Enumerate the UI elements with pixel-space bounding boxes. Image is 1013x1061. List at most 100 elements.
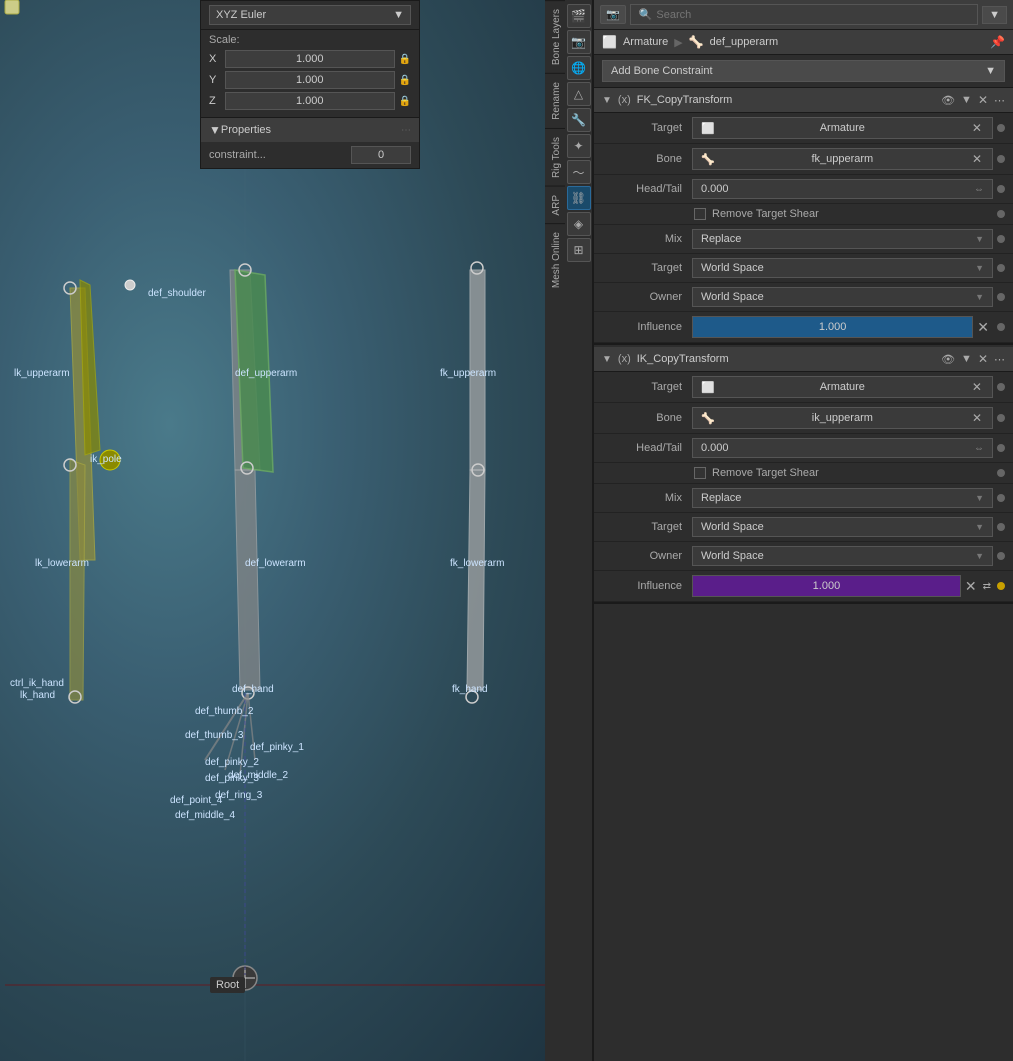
fk-influence-row: Influence 1.000 ✕ [594,312,1013,343]
vtab-arp[interactable]: ARP [545,186,565,224]
fk-target-space-dot [997,264,1005,272]
fk-target-space-dropdown[interactable]: World Space ▼ [692,258,993,278]
ik-close-button[interactable]: ✕ [978,352,988,366]
vtab-bone-layers[interactable]: Bone Layers [545,0,565,73]
fk-target-clear[interactable]: ✕ [970,121,984,135]
icon-particles[interactable]: ✦ [567,134,591,158]
fk-target-dot [997,124,1005,132]
scale-x-input[interactable] [225,50,395,68]
vtab-rig-tools[interactable]: Rig Tools [545,128,565,186]
ik-menu-icon[interactable]: ⋯ [994,353,1005,366]
fk-mix-row: Mix Replace ▼ [594,225,1013,254]
fk-bone-row: Bone 🦴 fk_upperarm ✕ [594,144,1013,175]
bone-label-def-ring3: def_ring_3 [215,790,262,801]
bone-breadcrumb-label[interactable]: def_upperarm [710,36,779,48]
ik-target-value[interactable]: ⬜ Armature ✕ [692,376,993,398]
fk-headtail-value[interactable]: 0.000 ⇔ [692,179,993,199]
scale-x-row: X 🔒 [209,50,411,68]
ik-headtail-value[interactable]: 0.000 ⇔ [692,438,993,458]
fk-mix-dropdown[interactable]: Replace ▼ [692,229,993,249]
properties-overlay: XYZ Euler ▼ Scale: X 🔒 Y 🔒 Z 🔒 [200,0,420,169]
rotation-select[interactable]: XYZ Euler ▼ [209,5,411,25]
breadcrumb-bar: ⬜ Armature ▶ 🦴 def_upperarm 📌 [594,30,1013,55]
rotation-row[interactable]: XYZ Euler ▼ [201,1,419,30]
ik-collapse-icon[interactable]: ▼ [961,353,972,365]
fk-bone-value[interactable]: 🦴 fk_upperarm ✕ [692,148,993,170]
fk-target-value[interactable]: ⬜ Armature ✕ [692,117,993,139]
viewport[interactable]: def_shoulder lk_upperarm def_upperarm fk… [0,0,565,1061]
search-magnifier-icon: 🔍 [639,8,653,21]
ik-bone-clear[interactable]: ✕ [970,411,984,425]
icon-object[interactable]: △ [567,82,591,106]
scale-z-input[interactable] [225,92,395,110]
fk-influence-clear[interactable]: ✕ [973,319,993,336]
scale-label: Scale: [209,34,411,46]
bone-label-def-thumb2: def_thumb_2 [195,706,253,717]
camera-icon-btn[interactable]: 📷 [600,5,626,24]
icon-objectdata[interactable]: ◈ [567,212,591,236]
fk-mix-dot [997,235,1005,243]
fk-bone-clear[interactable]: ✕ [970,152,984,166]
fk-collapse-icon[interactable]: ▼ [961,94,972,106]
ik-bone-value[interactable]: 🦴 ik_upperarm ✕ [692,407,993,429]
ik-owner-dot [997,552,1005,560]
ik-visibility-icon[interactable]: 👁 [941,353,955,366]
fk-constraint-type-icon: (x) [618,94,631,106]
scale-y-input[interactable] [225,71,395,89]
icon-world[interactable]: 🌐 [567,56,591,80]
x-lock-icon[interactable]: 🔒 [399,54,411,65]
ik-remove-shear-checkbox[interactable] [694,467,706,479]
ik-mix-dropdown[interactable]: Replace ▼ [692,488,993,508]
ik-influence-container: 1.000 [692,575,961,597]
constraint-value-input[interactable] [351,146,411,164]
y-lock-icon[interactable]: 🔒 [399,75,411,86]
properties-section: ▼ Properties ⋯ constraint... [201,117,419,168]
ik-target-space-dropdown[interactable]: World Space ▼ [692,517,993,537]
icon-constraints[interactable]: ⛓ [567,186,591,210]
bone-label-def-pinky2: def_pinky_2 [205,757,259,768]
fk-expand-icon[interactable]: ▼ [602,95,612,106]
pin-icon[interactable]: 📌 [990,35,1005,49]
bone-label-ctrl-ik-hand: ctrl_ik_hand [10,678,64,689]
ik-constraint-name: IK_CopyTransform [637,353,935,365]
vtab-mesh-online[interactable]: Mesh Online [545,223,565,296]
ik-influence-bar[interactable]: 1.000 [692,575,961,597]
fk-influence-dot [997,323,1005,331]
fk-close-button[interactable]: ✕ [978,93,988,107]
search-input[interactable] [656,9,969,21]
ik-constraint-header[interactable]: ▼ (x) IK_CopyTransform 👁 ▼ ✕ ⋯ [594,347,1013,372]
scale-z-row: Z 🔒 [209,92,411,110]
ik-influence-clear[interactable]: ✕ [961,578,981,595]
bone-label-def-lowerarm: def_lowerarm [245,558,306,569]
icon-physics[interactable]: 〜 [567,160,591,184]
fk-influence-container: 1.000 [692,316,973,338]
ik-target-clear[interactable]: ✕ [970,380,984,394]
ik-headtail-label: Head/Tail [602,442,692,454]
ik-expand-icon[interactable]: ▼ [602,354,612,365]
fk-menu-icon[interactable]: ⋯ [994,94,1005,107]
z-lock-icon[interactable]: 🔒 [399,96,411,107]
icon-modifier[interactable]: 🔧 [567,108,591,132]
fk-mix-arrow: ▼ [975,234,984,244]
search-box[interactable]: 🔍 [630,4,978,25]
ik-influence-reset[interactable]: ⇄ [981,581,993,592]
view-options-dropdown[interactable]: ▼ [982,6,1007,24]
icon-scene[interactable]: 🎬 [567,4,591,28]
fk-bone-dot [997,155,1005,163]
fk-copy-transform-block: ▼ (x) FK_CopyTransform 👁 ▼ ✕ ⋯ Target ⬜ … [594,88,1013,345]
icon-render[interactable]: 📷 [567,30,591,54]
ik-owner-dropdown[interactable]: World Space ▼ [692,546,993,566]
ik-owner-arrow: ▼ [975,551,984,561]
armature-breadcrumb-label[interactable]: Armature [623,36,668,48]
armature-breadcrumb-icon: ⬜ [602,35,617,49]
add-bone-constraint-button[interactable]: Add Bone Constraint ▼ [602,60,1005,82]
vtab-rename[interactable]: Rename [545,73,565,128]
fk-owner-dropdown[interactable]: World Space ▼ [692,287,993,307]
fk-influence-bar[interactable]: 1.000 [692,316,973,338]
icon-armature[interactable]: ⊞ [567,238,591,262]
fk-constraint-header[interactable]: ▼ (x) FK_CopyTransform 👁 ▼ ✕ ⋯ [594,88,1013,113]
ik-bone-label: Bone [602,412,692,424]
properties-header[interactable]: ▼ Properties ⋯ [201,118,419,142]
fk-visibility-icon[interactable]: 👁 [941,94,955,107]
fk-remove-shear-checkbox[interactable] [694,208,706,220]
